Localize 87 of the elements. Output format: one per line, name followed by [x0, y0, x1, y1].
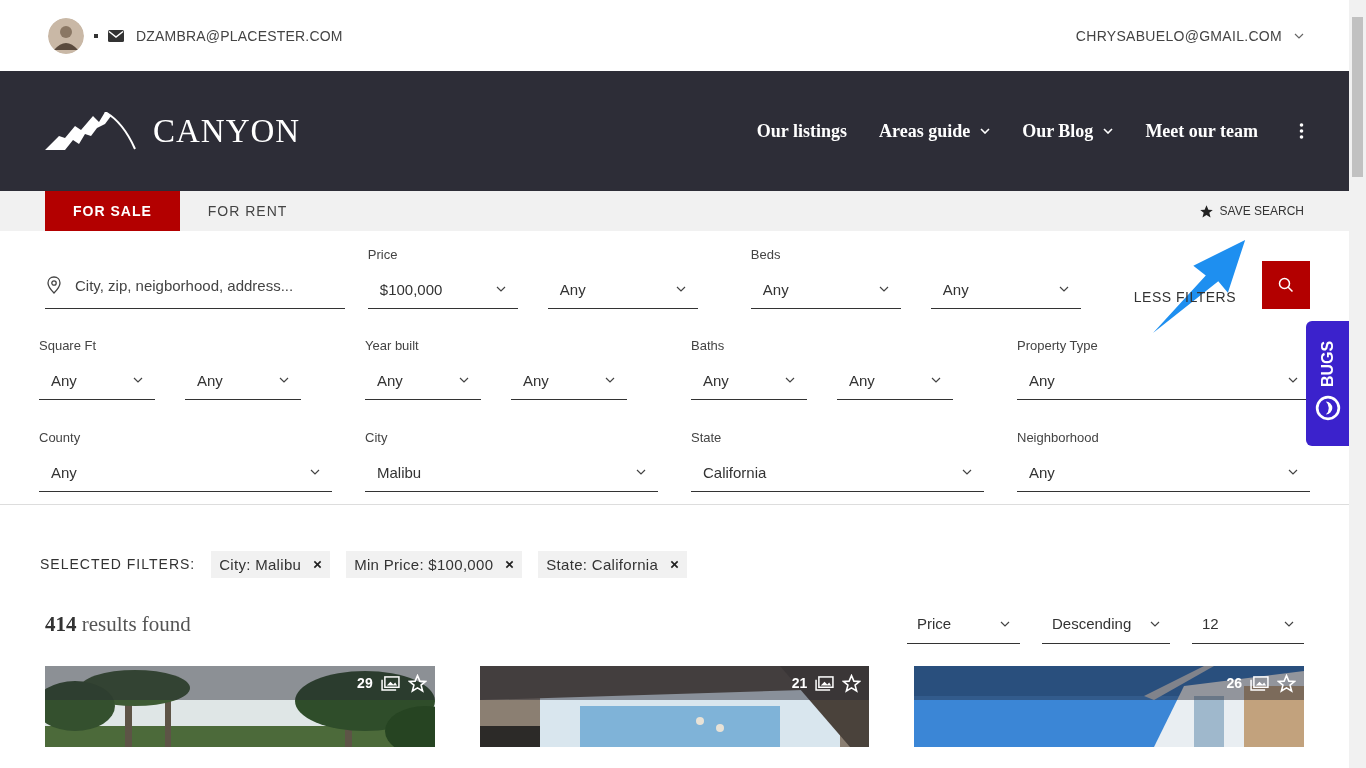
- sort-dropdown[interactable]: Price: [907, 604, 1020, 644]
- close-icon[interactable]: [670, 559, 680, 569]
- search-button[interactable]: [1262, 261, 1310, 309]
- filter-label: City: [365, 430, 389, 445]
- photo-count: 21: [791, 675, 808, 691]
- favorite-star-icon[interactable]: [1277, 673, 1296, 693]
- favorite-star-icon[interactable]: [842, 673, 862, 693]
- filter-dropdown[interactable]: Any: [547, 270, 698, 309]
- results-count: 414 results found: [45, 611, 191, 637]
- chevron-icon: [310, 469, 320, 475]
- chevron-icon: [605, 377, 615, 383]
- filter-label: State: [691, 430, 723, 445]
- chevron-icon: [459, 377, 469, 383]
- nav-link[interactable]: Our listings: [756, 120, 847, 142]
- filter-dropdown[interactable]: $100,000: [367, 270, 518, 309]
- filter-dropdown[interactable]: Any: [511, 361, 627, 400]
- photo-count: 26: [1226, 675, 1242, 691]
- nav-link[interactable]: Our Blog: [1022, 120, 1114, 142]
- logo-circle-icon: [1314, 394, 1341, 421]
- chevron-icon: [931, 377, 941, 383]
- chevron-icon: [279, 377, 289, 383]
- filter-chip[interactable]: City: Malibu: [211, 550, 331, 578]
- scrollbar[interactable]: [1349, 0, 1366, 768]
- filter-label: Neighborhood: [1017, 430, 1100, 445]
- chevron-icon: [980, 128, 991, 134]
- gallery-icon[interactable]: [1250, 675, 1269, 691]
- search-icon: [1278, 277, 1294, 293]
- avatar: [48, 17, 84, 54]
- listing-tab[interactable]: FOR SALE: [45, 191, 180, 231]
- filter-dropdown[interactable]: Any: [750, 270, 901, 309]
- filter-label: Baths: [691, 338, 726, 353]
- filter-label: Beds: [750, 247, 782, 262]
- nav-link[interactable]: Areas guide: [879, 120, 991, 142]
- chevron-icon: [675, 286, 686, 292]
- logo-text[interactable]: CANYON: [153, 112, 301, 150]
- chevron-icon: [878, 286, 889, 292]
- gallery-icon[interactable]: [815, 675, 835, 691]
- selected-filters-label: SELECTED FILTERS:: [40, 556, 196, 572]
- star-icon: [1198, 203, 1214, 219]
- close-icon[interactable]: [313, 559, 323, 569]
- chevron-icon: [1288, 377, 1298, 383]
- save-search-button[interactable]: SAVE SEARCH: [1198, 203, 1304, 219]
- chevron-icon: [1103, 128, 1114, 134]
- filter-dropdown[interactable]: California: [691, 453, 984, 492]
- location-search-field[interactable]: City, zip, neigborhood, address...: [73, 275, 345, 295]
- filter-dropdown[interactable]: Any: [39, 361, 155, 400]
- chevron-icon: [785, 377, 795, 383]
- chevron-icon: [1284, 620, 1294, 627]
- gallery-icon[interactable]: [380, 675, 400, 691]
- envelope-icon: [108, 29, 124, 42]
- listing-tab[interactable]: FOR RENT: [179, 191, 316, 231]
- chevron-icon: [1294, 32, 1304, 39]
- more-menu-icon[interactable]: [1299, 123, 1304, 139]
- filter-label: Year built: [365, 338, 420, 353]
- filter-dropdown[interactable]: Any: [930, 270, 1081, 309]
- filter-dropdown[interactable]: Any: [1017, 453, 1310, 492]
- filter-chip[interactable]: State: California: [538, 550, 688, 578]
- chevron-icon: [1288, 469, 1298, 475]
- filter-chip[interactable]: Min Price: $100,000: [346, 550, 523, 578]
- chevron-icon: [962, 469, 972, 475]
- filter-label: Property Type: [1017, 338, 1099, 353]
- chevron-icon: [636, 469, 646, 475]
- filter-label: Square Ft: [39, 338, 98, 353]
- close-icon[interactable]: [505, 559, 515, 569]
- filter-label: County: [39, 430, 82, 445]
- filter-label: Price: [367, 247, 399, 262]
- filter-dropdown[interactable]: Any: [837, 361, 953, 400]
- chevron-icon: [495, 286, 506, 292]
- filter-dropdown[interactable]: Any: [185, 361, 301, 400]
- map-pin-icon: [47, 276, 61, 294]
- favorite-star-icon[interactable]: [407, 673, 427, 693]
- chevron-icon: [1058, 286, 1069, 292]
- filter-dropdown[interactable]: Any: [691, 361, 807, 400]
- user-menu[interactable]: CHRYSABUELO@GMAIL.COM: [1075, 27, 1304, 44]
- chevron-icon: [133, 377, 143, 383]
- sort-dropdown[interactable]: Descending: [1042, 604, 1170, 644]
- chevron-icon: [1150, 620, 1160, 627]
- filter-dropdown[interactable]: Any: [365, 361, 481, 400]
- bugs-tab[interactable]: BUGS: [1306, 321, 1349, 446]
- photo-count: 29: [357, 675, 373, 691]
- chevron-icon: [1000, 620, 1010, 627]
- contact-email-link[interactable]: DZAMBRA@PLACESTER.COM: [136, 27, 343, 44]
- nav-link[interactable]: Meet our team: [1145, 120, 1258, 142]
- sort-dropdown[interactable]: 12: [1192, 604, 1304, 644]
- filter-dropdown[interactable]: Malibu: [365, 453, 658, 492]
- mountain-logo-icon: [45, 112, 137, 150]
- filter-dropdown[interactable]: Any: [39, 453, 332, 492]
